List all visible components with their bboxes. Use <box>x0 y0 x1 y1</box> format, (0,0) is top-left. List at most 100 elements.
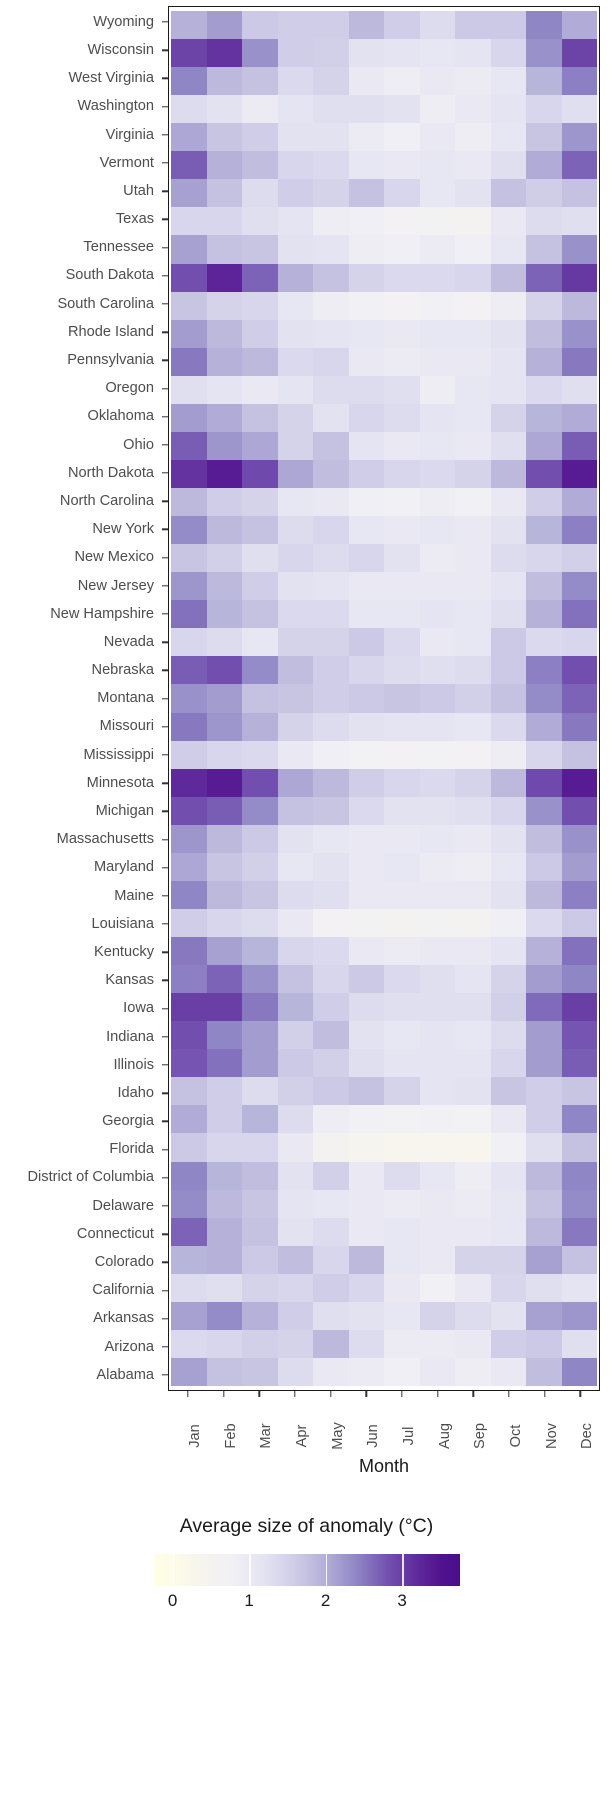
heatmap-cell <box>171 1077 207 1106</box>
heatmap-cell <box>348 1217 384 1246</box>
y-axis-tick <box>160 741 168 769</box>
heatmap-cell <box>277 263 313 292</box>
heatmap-cell <box>206 319 242 348</box>
heatmap-cell <box>526 1077 562 1106</box>
heatmap-cell <box>206 965 242 994</box>
heatmap-cell <box>419 1077 455 1106</box>
y-axis-label: New Jersey <box>77 577 154 594</box>
heatmap-cell <box>242 1133 278 1162</box>
y-axis-label: South Carolina <box>57 295 154 312</box>
heatmap-cell <box>171 1329 207 1358</box>
heatmap-cell <box>526 235 562 264</box>
heatmap-cell <box>348 1301 384 1330</box>
heatmap-cell <box>490 319 526 348</box>
heatmap-cell <box>419 516 455 545</box>
heatmap-cell <box>384 712 420 741</box>
heatmap-cell <box>206 572 242 601</box>
y-axis-tick <box>160 1136 168 1164</box>
y-axis-label: California <box>92 1282 154 1299</box>
heatmap-cell <box>526 937 562 966</box>
heatmap-cell <box>277 319 313 348</box>
heatmap-cell <box>171 965 207 994</box>
heatmap-cell <box>419 656 455 685</box>
heatmap-cell <box>242 656 278 685</box>
heatmap-cell <box>526 95 562 124</box>
heatmap-cell <box>490 656 526 685</box>
heatmap-cell <box>277 852 313 881</box>
heatmap-cell <box>490 11 526 40</box>
x-axis-label: Jan <box>186 1424 203 1448</box>
heatmap-cell <box>206 403 242 432</box>
y-axis-label: Michigan <box>95 803 154 820</box>
heatmap-cell <box>384 1245 420 1274</box>
heatmap-cell <box>277 11 313 40</box>
x-axis-label: Dec <box>579 1423 596 1449</box>
heatmap-cell <box>526 459 562 489</box>
y-axis-tick <box>160 290 168 318</box>
y-axis-tick <box>160 64 168 92</box>
heatmap-cell <box>242 908 278 938</box>
heatmap-cell <box>277 67 313 96</box>
heatmap-cell <box>455 600 491 629</box>
heatmap-cell <box>171 1105 207 1134</box>
heatmap-cell <box>313 1357 349 1386</box>
heatmap-cell <box>206 1189 242 1218</box>
heatmap-cell <box>277 796 313 825</box>
heatmap-cell <box>526 965 562 994</box>
heatmap-cell <box>313 712 349 741</box>
x-axis-tick <box>206 1391 242 1398</box>
y-axis-labels: Wyoming Wisconsin West Virginia Washington V… <box>0 8 160 1389</box>
heatmap-cell <box>419 291 455 320</box>
heatmap-cell <box>313 263 349 292</box>
heatmap-cell <box>206 796 242 825</box>
heatmap-cell <box>348 740 384 769</box>
legend-tick-marks <box>154 1554 460 1586</box>
heatmap-cell <box>455 1105 491 1134</box>
heatmap-cell <box>526 712 562 741</box>
x-axis-label: Aug <box>436 1423 453 1449</box>
heatmap-cell <box>490 347 526 376</box>
heatmap-cell <box>206 544 242 573</box>
heatmap-cell <box>242 263 278 292</box>
heatmap-cell <box>171 684 207 713</box>
heatmap-cell <box>490 67 526 96</box>
heatmap-cell <box>490 123 526 152</box>
heatmap-cell <box>206 600 242 629</box>
heatmap-cell <box>348 824 384 853</box>
heatmap-cell <box>206 993 242 1022</box>
heatmap-cell <box>490 965 526 994</box>
y-axis-label: New York <box>92 521 154 538</box>
heatmap-cell <box>242 459 278 489</box>
y-axis-label: Texas <box>115 211 154 228</box>
heatmap-cell <box>455 965 491 994</box>
heatmap-cell <box>171 11 207 40</box>
legend-title: Average size of anomaly (°C) <box>179 1515 434 1537</box>
heatmap-cell <box>242 993 278 1022</box>
heatmap-cell <box>561 880 597 909</box>
heatmap-cell <box>242 67 278 96</box>
y-axis-label: Colorado <box>94 1254 154 1271</box>
x-axis-label-slot: Jul <box>384 1400 420 1452</box>
heatmap-cell <box>526 319 562 348</box>
heatmap-cell <box>455 235 491 264</box>
y-axis-tick <box>160 910 168 938</box>
heatmap-cell <box>490 824 526 853</box>
y-axis-tick <box>160 1164 168 1192</box>
y-axis-label: Utah <box>123 182 154 199</box>
heatmap-cell <box>526 403 562 432</box>
y-axis-label: Arizona <box>104 1338 154 1355</box>
heatmap-cell <box>348 796 384 825</box>
heatmap-cell <box>455 740 491 769</box>
heatmap-cell <box>171 768 207 797</box>
heatmap-cell <box>242 1189 278 1218</box>
heatmap-cell <box>561 95 597 124</box>
x-axis-tick <box>241 1391 277 1398</box>
heatmap-cell <box>561 291 597 320</box>
x-axis-label-slot: Jan <box>170 1400 206 1452</box>
heatmap-cell <box>455 319 491 348</box>
heatmap-cell <box>277 1357 313 1386</box>
heatmap-cell <box>171 459 207 489</box>
y-axis-tick <box>160 93 168 121</box>
heatmap-cell <box>384 600 420 629</box>
heatmap-cell <box>206 123 242 152</box>
